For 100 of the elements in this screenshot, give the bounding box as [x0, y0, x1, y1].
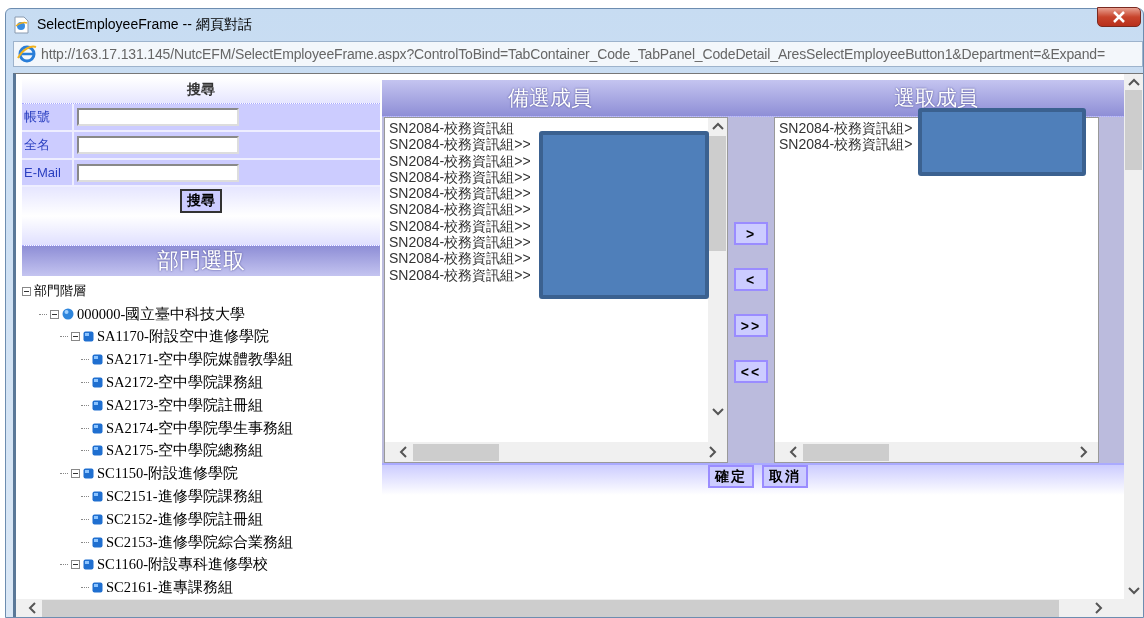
list-item[interactable]: SN2084-校務資訊組>>	[389, 152, 531, 169]
field-label: E-Mail	[22, 159, 74, 186]
square-icon	[92, 536, 103, 548]
tree-line	[81, 541, 89, 543]
list-item[interactable]: SN2084-校務資訊組>>	[389, 234, 531, 251]
transfer-button[interactable]: <	[734, 268, 768, 291]
tree-line	[81, 359, 89, 361]
text-field[interactable]	[77, 107, 239, 126]
tree-line	[60, 564, 68, 566]
tree-item[interactable]: SC1150-附設進修學院	[97, 464, 239, 484]
listbox[interactable]: SN2084-校務資訊組> SN2084-校務資訊組>	[774, 117, 1099, 463]
scroll-left-icon[interactable]	[399, 446, 407, 458]
browser-icon	[17, 44, 37, 64]
tree-line	[81, 381, 89, 383]
tree-item[interactable]: SA2171-空中學院媒體教學組	[106, 350, 294, 370]
transfer-button[interactable]: >	[734, 222, 768, 245]
tree-item[interactable]: SC2153-進修學院綜合業務組	[106, 532, 293, 552]
tree-line	[81, 427, 89, 429]
vertical-scrollbar[interactable]	[1124, 74, 1143, 599]
square-icon	[92, 582, 103, 594]
scroll-right-icon[interactable]	[1095, 602, 1103, 614]
globe-icon	[62, 308, 74, 321]
square-icon	[92, 354, 103, 366]
tree-item[interactable]: 000000-國立臺中科技大學	[77, 304, 246, 324]
list-header: 選取成員	[894, 85, 978, 112]
collapse-icon[interactable]	[71, 469, 80, 479]
tree-line	[81, 518, 89, 520]
tree-item[interactable]: SC2152-進修學院註冊組	[106, 509, 263, 529]
scroll-down-icon[interactable]	[1127, 587, 1140, 595]
scroll-left-icon[interactable]	[28, 602, 36, 614]
tree-item[interactable]: SA2172-空中學院課務組	[106, 372, 264, 392]
collapse-icon[interactable]	[22, 286, 31, 296]
scroll-left-icon[interactable]	[789, 446, 797, 458]
tree-item[interactable]: SA2173-空中學院註冊組	[106, 395, 264, 415]
window-title: SelectEmployeeFrame -- 網頁對話	[37, 16, 252, 34]
square-icon	[83, 331, 94, 343]
section-header: 部門選取	[22, 245, 380, 276]
collapse-icon[interactable]	[50, 309, 59, 319]
dialog-button[interactable]: 確定	[708, 465, 754, 488]
page-icon	[13, 16, 29, 34]
tree-line	[60, 336, 68, 338]
search-header: 搜尋	[22, 78, 380, 104]
vertical-scrollbar[interactable]	[708, 118, 727, 442]
scroll-thumb[interactable]	[709, 136, 726, 251]
field-label: 帳號	[22, 103, 74, 130]
tree-line	[81, 495, 89, 497]
tree-line	[60, 473, 68, 475]
listbox[interactable]: SN2084-校務資訊組 SN2084-校務資訊組>> SN2084-校務資訊組>> SN2084-校務資訊組>> SN2084-校務資訊組>> SN2084-校務資訊組>> SN2084-校務資訊組>> SN2084-校務資訊組>> SN2084-校務資訊組>> SN2084-校務資訊組>>	[384, 117, 728, 463]
square-icon	[83, 559, 94, 571]
square-icon	[92, 490, 103, 502]
list-item[interactable]: SN2084-校務資訊組>>	[389, 136, 531, 153]
search-button[interactable]: 搜尋	[180, 189, 222, 214]
tree-line	[81, 450, 89, 452]
tree-item[interactable]: SA2175-空中學院總務組	[106, 441, 264, 461]
square-icon	[92, 399, 103, 411]
list-item[interactable]: SN2084-校務資訊組>>	[389, 201, 531, 218]
collapse-icon[interactable]	[71, 332, 80, 342]
list-item[interactable]: SN2084-校務資訊組>>	[389, 168, 531, 186]
close-icon	[1112, 11, 1126, 23]
horizontal-scrollbar[interactable]	[775, 442, 1098, 462]
square-icon	[92, 422, 103, 434]
tree-item[interactable]: SC1160-附設專科進修學校	[97, 555, 269, 575]
tree-item[interactable]: SA1170-附設空中進修學院	[97, 327, 269, 347]
close-button[interactable]	[1097, 7, 1141, 27]
scroll-right-icon[interactable]	[1080, 446, 1088, 458]
tree-item[interactable]: 部門階層	[34, 282, 86, 301]
list-item[interactable]: SN2084-校務資訊組>>	[389, 250, 531, 267]
scroll-down-icon[interactable]	[711, 408, 724, 416]
scroll-thumb[interactable]	[413, 443, 499, 461]
text-field[interactable]	[77, 135, 239, 154]
list-item[interactable]: SN2084-校務資訊組	[389, 120, 515, 137]
list-item[interactable]: SN2084-校務資訊組>	[779, 136, 913, 153]
field-label: 全名	[22, 131, 74, 158]
tree-item[interactable]: SA2174-空中學院學生事務組	[106, 418, 294, 438]
text-field[interactable]	[77, 163, 239, 182]
collapse-icon[interactable]	[71, 560, 80, 570]
transfer-button[interactable]: >>	[734, 314, 768, 337]
square-icon	[92, 376, 103, 388]
list-header: 備選成員	[508, 85, 592, 112]
tree-line	[81, 404, 89, 406]
scroll-thumb[interactable]	[803, 443, 889, 461]
list-item[interactable]: SN2084-校務資訊組>>	[389, 217, 531, 235]
transfer-button[interactable]: <<	[734, 360, 768, 383]
scroll-up-icon[interactable]	[1127, 78, 1140, 86]
list-item[interactable]: SN2084-校務資訊組>	[779, 120, 913, 137]
dialog-button[interactable]: 取消	[762, 465, 808, 488]
square-icon	[92, 513, 103, 525]
list-item[interactable]: SN2084-校務資訊組>>	[389, 185, 531, 202]
tree-line	[81, 587, 89, 589]
square-icon	[83, 468, 94, 480]
square-icon	[92, 445, 103, 457]
scroll-right-icon[interactable]	[709, 446, 717, 458]
tree-line	[39, 313, 47, 315]
url-text: http://163.17.131.145/NutcEFM/SelectEmployeeFrame.aspx?ControlToBind=TabContainer_Code_TabPanel_CodeDetail_AresSelectEmployeeButton1&Department=&Expand=	[41, 46, 1106, 62]
list-item[interactable]: SN2084-校務資訊組>>	[389, 266, 531, 283]
scroll-up-icon[interactable]	[711, 122, 724, 130]
scroll-thumb[interactable]	[1125, 90, 1142, 170]
tree-item[interactable]: SC2151-進修學院課務組	[106, 486, 263, 506]
tree-item[interactable]: SC2161-進專課務組	[106, 578, 233, 598]
horizontal-scrollbar[interactable]	[385, 442, 727, 462]
